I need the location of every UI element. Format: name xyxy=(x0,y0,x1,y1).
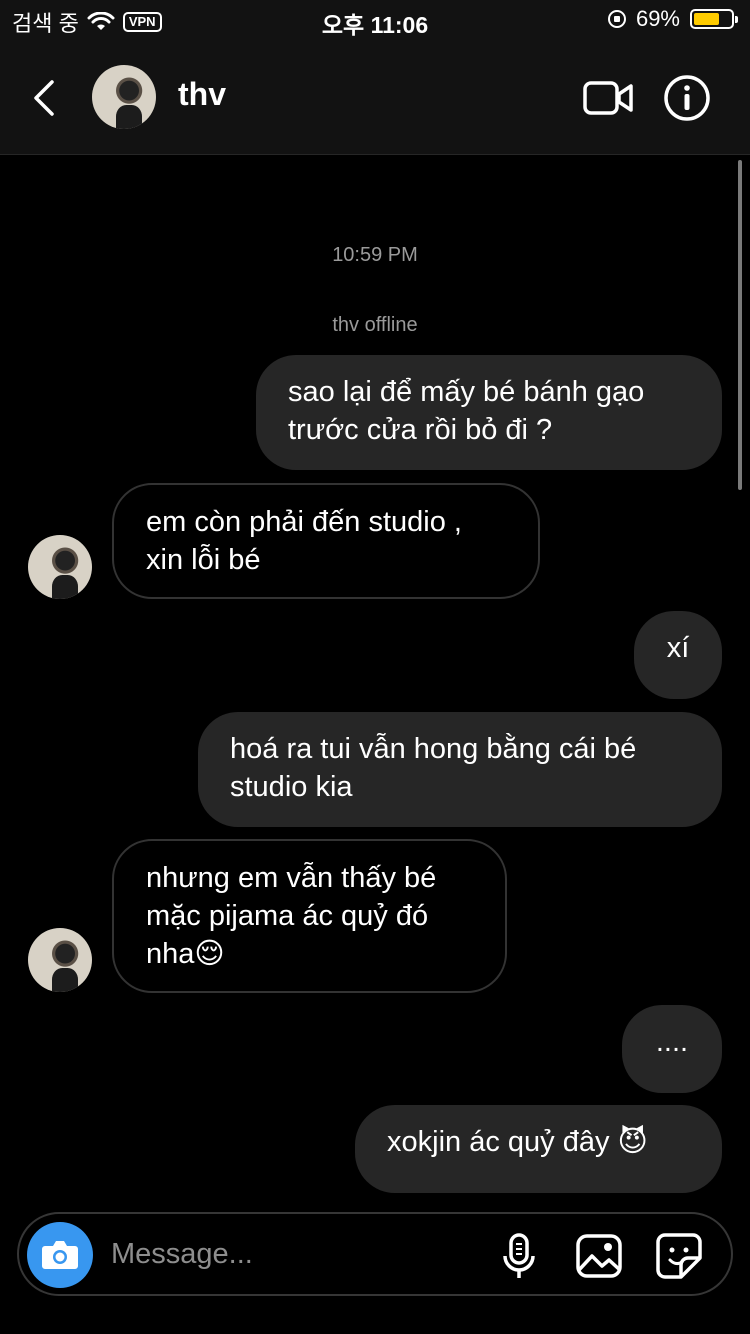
back-chevron-icon[interactable] xyxy=(28,78,64,118)
video-call-icon[interactable] xyxy=(582,78,634,118)
sender-avatar[interactable] xyxy=(28,535,92,599)
chat-header: thv xyxy=(0,44,750,155)
message-line: sao lại để mấy bé bánh gạo xyxy=(288,376,645,408)
message-bubble-outgoing[interactable]: hoá ra tui vẫn hong bằng cái bé studio k… xyxy=(198,712,722,827)
info-icon[interactable] xyxy=(663,74,711,122)
message-bubble-incoming[interactable]: nhưng em vẫn thấy bé mặc pijama ác quỷ đ… xyxy=(112,839,507,993)
message-bubble-outgoing[interactable]: .... xyxy=(622,1005,722,1093)
gallery-icon[interactable] xyxy=(575,1232,623,1280)
message-line: nha😌 xyxy=(146,938,225,970)
status-bar: 검색 중 VPN 오후 11:06 69% xyxy=(0,0,750,44)
battery-percent: 69% xyxy=(635,6,680,31)
message-line: em còn phải đến studio , xyxy=(146,506,462,538)
microphone-icon[interactable] xyxy=(495,1232,543,1280)
message-line: mặc pijama ác quỷ đó xyxy=(146,900,429,932)
camera-button[interactable] xyxy=(27,1222,93,1288)
message-timestamp: 10:59 PM xyxy=(332,244,418,266)
message-bubble-outgoing[interactable]: sao lại để mấy bé bánh gạo trước cửa rồi… xyxy=(256,355,722,470)
sticker-icon[interactable] xyxy=(655,1232,703,1280)
message-line: nhưng em vẫn thấy bé xyxy=(146,862,437,894)
message-line: hoá ra tui vẫn hong bằng cái bé xyxy=(230,733,637,765)
camera-icon xyxy=(42,1241,78,1269)
message-input[interactable]: Message... xyxy=(111,1238,253,1271)
orientation-lock-icon xyxy=(607,10,626,28)
message-line: trước cửa rồi bỏ đi ? xyxy=(288,414,553,446)
profile-avatar[interactable] xyxy=(92,65,156,129)
message-line: xokjin ác quỷ đây 😈 xyxy=(387,1126,648,1158)
message-bubble-incoming[interactable]: em còn phải đến studio , xin lỗi bé xyxy=(112,483,540,599)
message-composer: Message... xyxy=(17,1212,733,1296)
message-bubble-outgoing[interactable]: xí xyxy=(634,611,722,699)
presence-status: thv offline xyxy=(332,314,418,336)
sender-avatar[interactable] xyxy=(28,928,92,992)
message-line: .... xyxy=(655,1026,689,1058)
message-line: xin lỗi bé xyxy=(146,544,261,576)
message-bubble-outgoing[interactable]: xokjin ác quỷ đây 😈 xyxy=(355,1105,722,1193)
profile-username[interactable]: thv xyxy=(178,76,226,113)
battery-icon xyxy=(690,9,738,29)
message-line: xí xyxy=(666,632,690,664)
message-line: studio kia xyxy=(230,771,353,803)
